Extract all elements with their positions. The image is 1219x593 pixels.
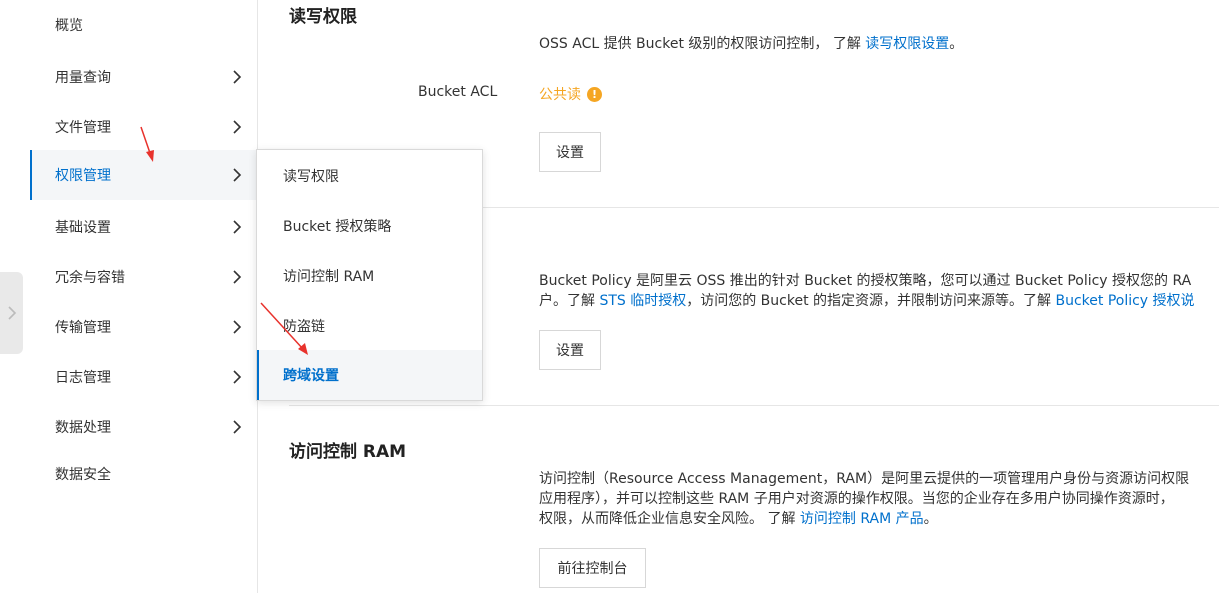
sidebar-item-label: 数据安全 xyxy=(55,467,111,483)
sidebar-item-label: 权限管理 xyxy=(55,168,111,184)
ram-product-link[interactable]: 访问控制 RAM 产品 xyxy=(800,511,924,527)
submenu-item-ram[interactable]: 访问控制 RAM xyxy=(257,251,482,301)
sidebar-item-label: 文件管理 xyxy=(55,120,111,136)
policy-settings-button[interactable]: 设置 xyxy=(539,330,601,370)
sts-link[interactable]: STS 临时授权 xyxy=(599,293,686,309)
sidebar-item-label: 传输管理 xyxy=(55,320,111,336)
acl-description: OSS ACL 提供 Bucket 级别的权限访问控制， 了解 读写权限设置。 xyxy=(539,36,964,52)
sidebar-collapse-tab[interactable] xyxy=(0,272,23,354)
sidebar: 概览 用量查询 文件管理 权限管理 基础设置 冗余与容错 传输管理 日志管理 数… xyxy=(30,0,258,593)
submenu-item-hotlink[interactable]: 防盗链 xyxy=(257,301,482,351)
sidebar-item-data-processing[interactable]: 数据处理 xyxy=(30,402,258,452)
chevron-right-icon xyxy=(233,370,242,384)
sidebar-item-data-security[interactable]: 数据安全 xyxy=(30,449,258,499)
sidebar-item-label: 基础设置 xyxy=(55,220,111,236)
sidebar-item-label: 用量查询 xyxy=(55,70,111,86)
chevron-right-icon xyxy=(233,270,242,284)
sidebar-item-basic-settings[interactable]: 基础设置 xyxy=(30,202,258,252)
chevron-right-icon xyxy=(233,70,242,84)
bucket-acl-label: Bucket ACL xyxy=(418,84,498,100)
submenu-item-read-write[interactable]: 读写权限 xyxy=(257,151,482,201)
sidebar-item-redundancy[interactable]: 冗余与容错 xyxy=(30,252,258,302)
bucket-policy-link[interactable]: Bucket Policy 授权说 xyxy=(1055,293,1194,309)
sidebar-item-files[interactable]: 文件管理 xyxy=(30,102,258,152)
sidebar-item-label: 数据处理 xyxy=(55,420,111,436)
submenu-item-bucket-policy[interactable]: Bucket 授权策略 xyxy=(257,201,482,251)
ram-description-line1: 访问控制（Resource Access Management，RAM）是阿里云… xyxy=(539,471,1190,487)
warning-icon[interactable]: ! xyxy=(587,86,602,102)
sidebar-item-overview[interactable]: 概览 xyxy=(30,0,258,50)
sidebar-item-permissions[interactable]: 权限管理 xyxy=(30,150,258,200)
sidebar-item-transfer[interactable]: 传输管理 xyxy=(30,302,258,352)
acl-section-title: 读写权限 xyxy=(289,7,357,27)
ram-description-line2: 应用程序），并可以控制这些 RAM 子用户对资源的操作权限。当您的企业存在多用户… xyxy=(539,491,1174,507)
policy-description-line2: 户。了解 STS 临时授权，访问您的 Bucket 的指定资源，并限制访问来源等… xyxy=(539,293,1195,309)
chevron-right-icon xyxy=(233,420,242,434)
bucket-acl-value: 公共读 ! xyxy=(539,84,602,104)
acl-settings-button[interactable]: 设置 xyxy=(539,132,601,172)
sidebar-item-logs[interactable]: 日志管理 xyxy=(30,352,258,402)
chevron-right-icon xyxy=(233,320,242,334)
sidebar-item-label: 日志管理 xyxy=(55,370,111,386)
ram-section-title: 访问控制 RAM xyxy=(289,442,407,462)
permissions-submenu: 读写权限 Bucket 授权策略 访问控制 RAM 防盗链 跨域设置 xyxy=(256,149,483,401)
go-to-console-button[interactable]: 前往控制台 xyxy=(539,548,646,588)
ram-description-line3: 权限，从而降低企业信息安全风险。 了解 访问控制 RAM 产品。 xyxy=(539,511,938,527)
chevron-right-icon xyxy=(7,306,16,320)
chevron-right-icon xyxy=(233,220,242,234)
section-divider xyxy=(289,405,1219,406)
chevron-right-icon xyxy=(233,120,242,134)
chevron-right-icon xyxy=(233,168,242,182)
policy-description-line1: Bucket Policy 是阿里云 OSS 推出的针对 Bucket 的授权策… xyxy=(539,273,1192,289)
sidebar-item-label: 概览 xyxy=(55,18,83,34)
sidebar-item-label: 冗余与容错 xyxy=(55,270,125,286)
acl-settings-link[interactable]: 读写权限设置 xyxy=(865,36,949,52)
submenu-item-cors[interactable]: 跨域设置 xyxy=(257,350,482,400)
sidebar-item-usage[interactable]: 用量查询 xyxy=(30,52,258,102)
